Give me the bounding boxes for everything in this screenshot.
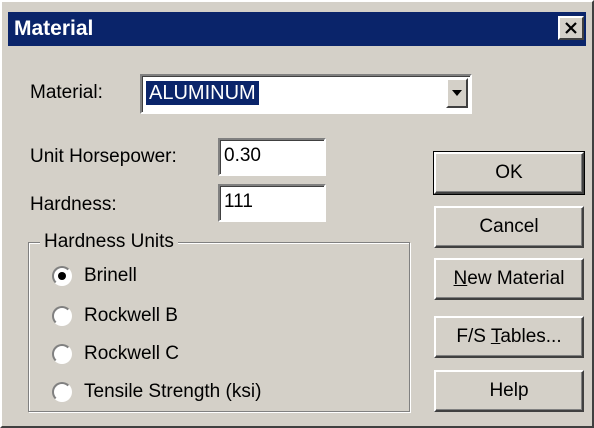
close-icon bbox=[565, 22, 577, 34]
help-button-label: Help bbox=[489, 380, 529, 401]
dropdown-arrow-icon[interactable] bbox=[446, 78, 468, 108]
new-material-button[interactable]: New Material bbox=[434, 258, 584, 300]
ok-button-label: OK bbox=[495, 162, 523, 183]
radio-label: Rockwell B bbox=[84, 305, 178, 326]
hardness-input[interactable]: 111 bbox=[218, 184, 326, 222]
radio-button-icon[interactable] bbox=[52, 266, 72, 286]
cancel-button[interactable]: Cancel bbox=[434, 206, 584, 248]
material-combobox-value: ALUMINUM bbox=[146, 81, 259, 105]
ok-button[interactable]: OK bbox=[433, 151, 585, 195]
radio-button-icon[interactable] bbox=[52, 344, 72, 364]
material-label: Material: bbox=[30, 82, 103, 103]
radio-label: Tensile Strength (ksi) bbox=[84, 381, 262, 402]
radio-label: Brinell bbox=[84, 265, 137, 286]
unit-horsepower-input[interactable]: 0.30 bbox=[218, 138, 326, 176]
title-bar[interactable]: Material bbox=[8, 12, 586, 46]
material-combobox[interactable]: ALUMINUM bbox=[140, 74, 472, 114]
unit-horsepower-value: 0.30 bbox=[224, 145, 261, 166]
fs-tables-button-label: F/S Tables... bbox=[456, 326, 562, 347]
radio-label: Rockwell C bbox=[84, 343, 180, 364]
fs-tables-button[interactable]: F/S Tables... bbox=[434, 316, 584, 358]
hardness-value: 111 bbox=[224, 191, 253, 212]
help-button[interactable]: Help bbox=[434, 370, 584, 412]
radio-button-icon[interactable] bbox=[52, 306, 72, 326]
dialog-title: Material bbox=[14, 17, 94, 40]
material-dialog: Material Material: ALUMINUM Unit Horsepo… bbox=[0, 0, 594, 428]
unit-horsepower-label: Unit Horsepower: bbox=[30, 146, 177, 167]
new-material-button-label: New Material bbox=[453, 268, 565, 289]
hardness-label: Hardness: bbox=[30, 194, 117, 215]
radio-button-icon[interactable] bbox=[52, 382, 72, 402]
close-button[interactable] bbox=[558, 16, 584, 40]
cancel-button-label: Cancel bbox=[479, 216, 539, 237]
hardness-units-title: Hardness Units bbox=[40, 231, 178, 253]
